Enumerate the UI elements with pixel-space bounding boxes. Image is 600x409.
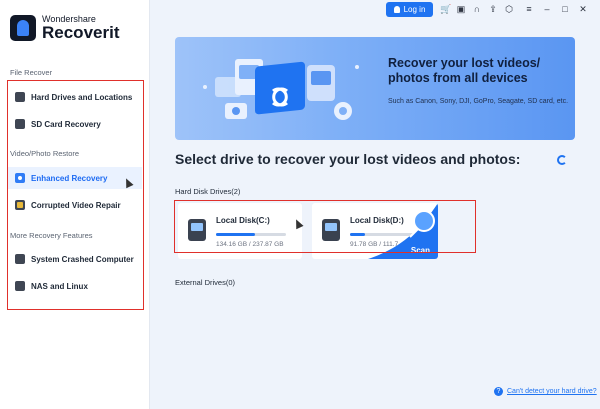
login-button[interactable]: Log in	[386, 2, 433, 17]
help-link[interactable]: ? Can't detect your hard drive?	[494, 387, 597, 396]
headset-icon[interactable]: ∩	[472, 4, 482, 14]
settings-icon[interactable]: ⬡	[504, 4, 514, 14]
highlight-box-drives	[174, 200, 476, 253]
menu-icon[interactable]: ≡	[524, 4, 534, 14]
close-icon[interactable]: ✕	[578, 4, 588, 14]
recoverit-logo-icon	[10, 15, 36, 41]
sidebar: Wondershare Recoverit File Recover Hard …	[0, 0, 150, 409]
devices-illustration-icon	[203, 59, 359, 120]
title-bar: Log in 🛒 ▣ ∩ ⇪ ⬡ ≡ – □ ✕	[150, 0, 600, 20]
external-drives-label: External Drives(0)	[175, 278, 236, 287]
promo-banner: Recover your lost videos/ photos from al…	[175, 37, 575, 140]
app-logo: Wondershare Recoverit	[10, 14, 119, 42]
page-title: Select drive to recover your lost videos…	[175, 151, 521, 167]
refresh-icon[interactable]	[557, 155, 567, 165]
upload-icon[interactable]: ⇪	[488, 4, 498, 14]
banner-title: Recover your lost videos/ photos from al…	[388, 56, 541, 85]
banner-subtitle: Such as Canon, Sony, DJI, GoPro, Seagate…	[388, 98, 569, 105]
cart-icon[interactable]: 🛒	[440, 4, 451, 14]
hard-disk-drives-label: Hard Disk Drives(2)	[175, 187, 241, 196]
highlight-box-sidebar	[7, 80, 144, 310]
help-icon: ?	[494, 387, 503, 396]
maximize-icon[interactable]: □	[560, 4, 570, 14]
login-label: Log in	[403, 5, 426, 14]
help-link-label: Can't detect your hard drive?	[507, 388, 597, 395]
brand-name: Recoverit	[42, 23, 120, 42]
gift-icon[interactable]: ▣	[456, 4, 466, 14]
user-icon	[393, 6, 400, 13]
section-file-recover: File Recover	[10, 68, 53, 77]
minimize-icon[interactable]: –	[542, 4, 552, 14]
